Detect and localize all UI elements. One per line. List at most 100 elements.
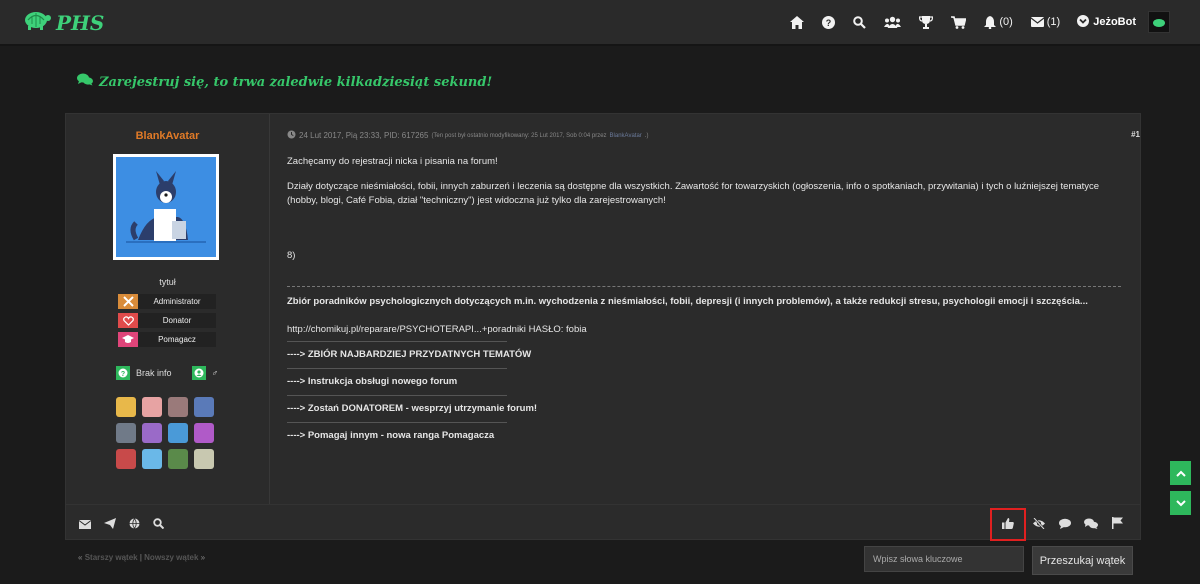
edit-note-close: .)	[644, 132, 649, 139]
messages-button[interactable]: (1)	[1022, 0, 1069, 44]
register-banner[interactable]: Zarejestruj się, to trwa zaledwie kilkad…	[77, 73, 492, 91]
pills-badge-icon[interactable]	[142, 397, 162, 417]
post-content: Zachęcamy do rejestracji nicka i pisania…	[287, 156, 1121, 441]
avatar[interactable]	[1148, 11, 1170, 33]
site-name: PHS	[56, 10, 105, 35]
username-label: JeżoBot	[1093, 16, 1136, 28]
post-number[interactable]: #1	[1131, 130, 1140, 139]
send-message-icon[interactable]	[104, 516, 116, 534]
chevron-down-icon	[1175, 494, 1186, 512]
author-username[interactable]: BlankAvatar	[66, 130, 269, 142]
eye-slash-icon	[1032, 516, 1046, 534]
older-thread-link[interactable]: Starszy wątek	[85, 553, 138, 562]
svg-text:?: ?	[826, 18, 832, 28]
post-paragraph: Zachęcamy do rejestracji nicka i pisania…	[287, 156, 498, 167]
potion-badge-icon[interactable]	[142, 423, 162, 443]
sweater-badge-icon[interactable]	[116, 449, 136, 469]
post-meta: 24 Lut 2017, Pią 23:33, PID: 617265 (Ten…	[287, 130, 648, 141]
turtle-logo-icon	[22, 9, 52, 36]
signature-password: HASŁO: fobia	[528, 324, 587, 335]
signature-link-item[interactable]: ----> Zostań DONATOREM - wesprzyj utrzym…	[287, 403, 1121, 414]
globe-icon[interactable]	[129, 516, 140, 534]
divider	[287, 422, 507, 423]
scroll-up-button[interactable]	[1170, 461, 1191, 485]
nav-arrow: »	[200, 553, 206, 562]
achievement-badges	[116, 397, 226, 469]
rank-pomagacz: Pomagacz	[118, 332, 216, 347]
comments-icon	[1084, 516, 1098, 534]
user-menu[interactable]: JeżoBot	[1069, 11, 1170, 33]
comment-icon	[1059, 516, 1071, 534]
edit-note: (Ten post był ostatnio modyfikowany: 25 …	[431, 132, 607, 139]
signature-link-item[interactable]: ----> Instrukcja obsługi nowego forum	[287, 376, 1121, 387]
divider	[287, 395, 507, 396]
cross-badge-icon[interactable]	[168, 397, 188, 417]
info-label: Brak info	[136, 368, 172, 378]
reply-button[interactable]	[1052, 511, 1078, 539]
info-icon: ?	[116, 366, 130, 380]
signature-link-item[interactable]: ----> ZBIÓR NAJBARDZIEJ PRZYDATNYCH TEMA…	[287, 349, 1121, 360]
signature-link[interactable]: http://chomikuj.pl/reparare/PSYCHOTERAPI…	[287, 324, 526, 335]
medal-badge-icon[interactable]	[116, 397, 136, 417]
strongman-badge-icon[interactable]	[194, 397, 214, 417]
heart-icon	[118, 313, 138, 328]
quote-button[interactable]	[1078, 511, 1104, 539]
figure-badge-icon[interactable]	[194, 449, 214, 469]
nav-right: ? (0) (1) JeżoBot	[781, 0, 1170, 44]
post-actions	[990, 508, 1130, 541]
author-avatar	[113, 154, 219, 260]
chevron-up-icon	[1175, 464, 1186, 482]
rank-label: Donator	[138, 313, 216, 328]
hide-button[interactable]	[1026, 511, 1052, 539]
rank-label: Administrator	[138, 294, 216, 309]
rank-donator: Donator	[118, 313, 216, 328]
tools-icon	[118, 294, 138, 309]
home-icon[interactable]	[781, 0, 813, 44]
notifications-count: (0)	[999, 16, 1013, 28]
email-icon[interactable]	[78, 516, 92, 534]
divider	[287, 368, 507, 369]
clock-icon	[287, 130, 296, 141]
search-thread-button[interactable]: Przeszukaj wątek	[1032, 546, 1133, 575]
snowflake-badge-icon[interactable]	[142, 449, 162, 469]
nav-arrow: «	[78, 553, 83, 562]
battery-badge-icon[interactable]	[168, 423, 188, 443]
newer-thread-link[interactable]: Nowszy wątek	[144, 553, 198, 562]
envelope-icon	[1030, 17, 1044, 27]
divider	[287, 341, 507, 342]
signature-divider	[287, 286, 1121, 287]
users-icon[interactable]	[875, 0, 910, 44]
trophy-icon[interactable]	[910, 0, 942, 44]
top-navbar: PHS ? (0) (1) JeżoBot	[0, 0, 1200, 46]
husky-avatar-image	[116, 157, 216, 257]
scroll-down-button[interactable]	[1170, 491, 1191, 515]
search-posts-icon[interactable]	[153, 516, 165, 534]
thread-search-input[interactable]	[864, 546, 1024, 572]
chat-bubbles-icon	[77, 73, 93, 91]
rank-administrator: Administrator	[118, 294, 216, 309]
flag-icon	[1111, 516, 1123, 534]
post-date: 24 Lut 2017, Pią 23:33, PID: 617265	[299, 131, 429, 140]
help-icon[interactable]: ?	[813, 0, 844, 44]
flower-badge-icon[interactable]	[194, 423, 214, 443]
search-icon[interactable]	[844, 0, 875, 44]
author-info-row: ? Brak info ♂	[116, 366, 218, 380]
gender-symbol: ♂	[211, 368, 219, 378]
user-circle-icon	[191, 366, 206, 380]
signature-link-item[interactable]: ----> Pomagaj innym - nowa ranga Pomagac…	[287, 430, 1121, 441]
report-button[interactable]	[1104, 511, 1130, 539]
cart-icon[interactable]	[942, 0, 975, 44]
like-button[interactable]	[990, 508, 1026, 541]
bell-icon	[984, 15, 997, 29]
signature-guides: Zbiór poradników psychologicznych dotycz…	[287, 296, 1088, 307]
site-logo[interactable]: PHS	[22, 9, 104, 36]
author-title: tytuł	[159, 277, 176, 287]
car-badge-icon[interactable]	[168, 449, 188, 469]
register-banner-text: Zarejestruj się, to trwa zaledwie kilkad…	[99, 74, 493, 90]
author-contact-icons	[78, 516, 165, 534]
editor-link[interactable]: BlankAvatar	[610, 133, 642, 139]
post-footer	[66, 504, 1140, 541]
notifications-button[interactable]: (0)	[975, 0, 1021, 44]
husky-badge-icon[interactable]	[116, 423, 136, 443]
nav-divider: |	[139, 553, 142, 562]
